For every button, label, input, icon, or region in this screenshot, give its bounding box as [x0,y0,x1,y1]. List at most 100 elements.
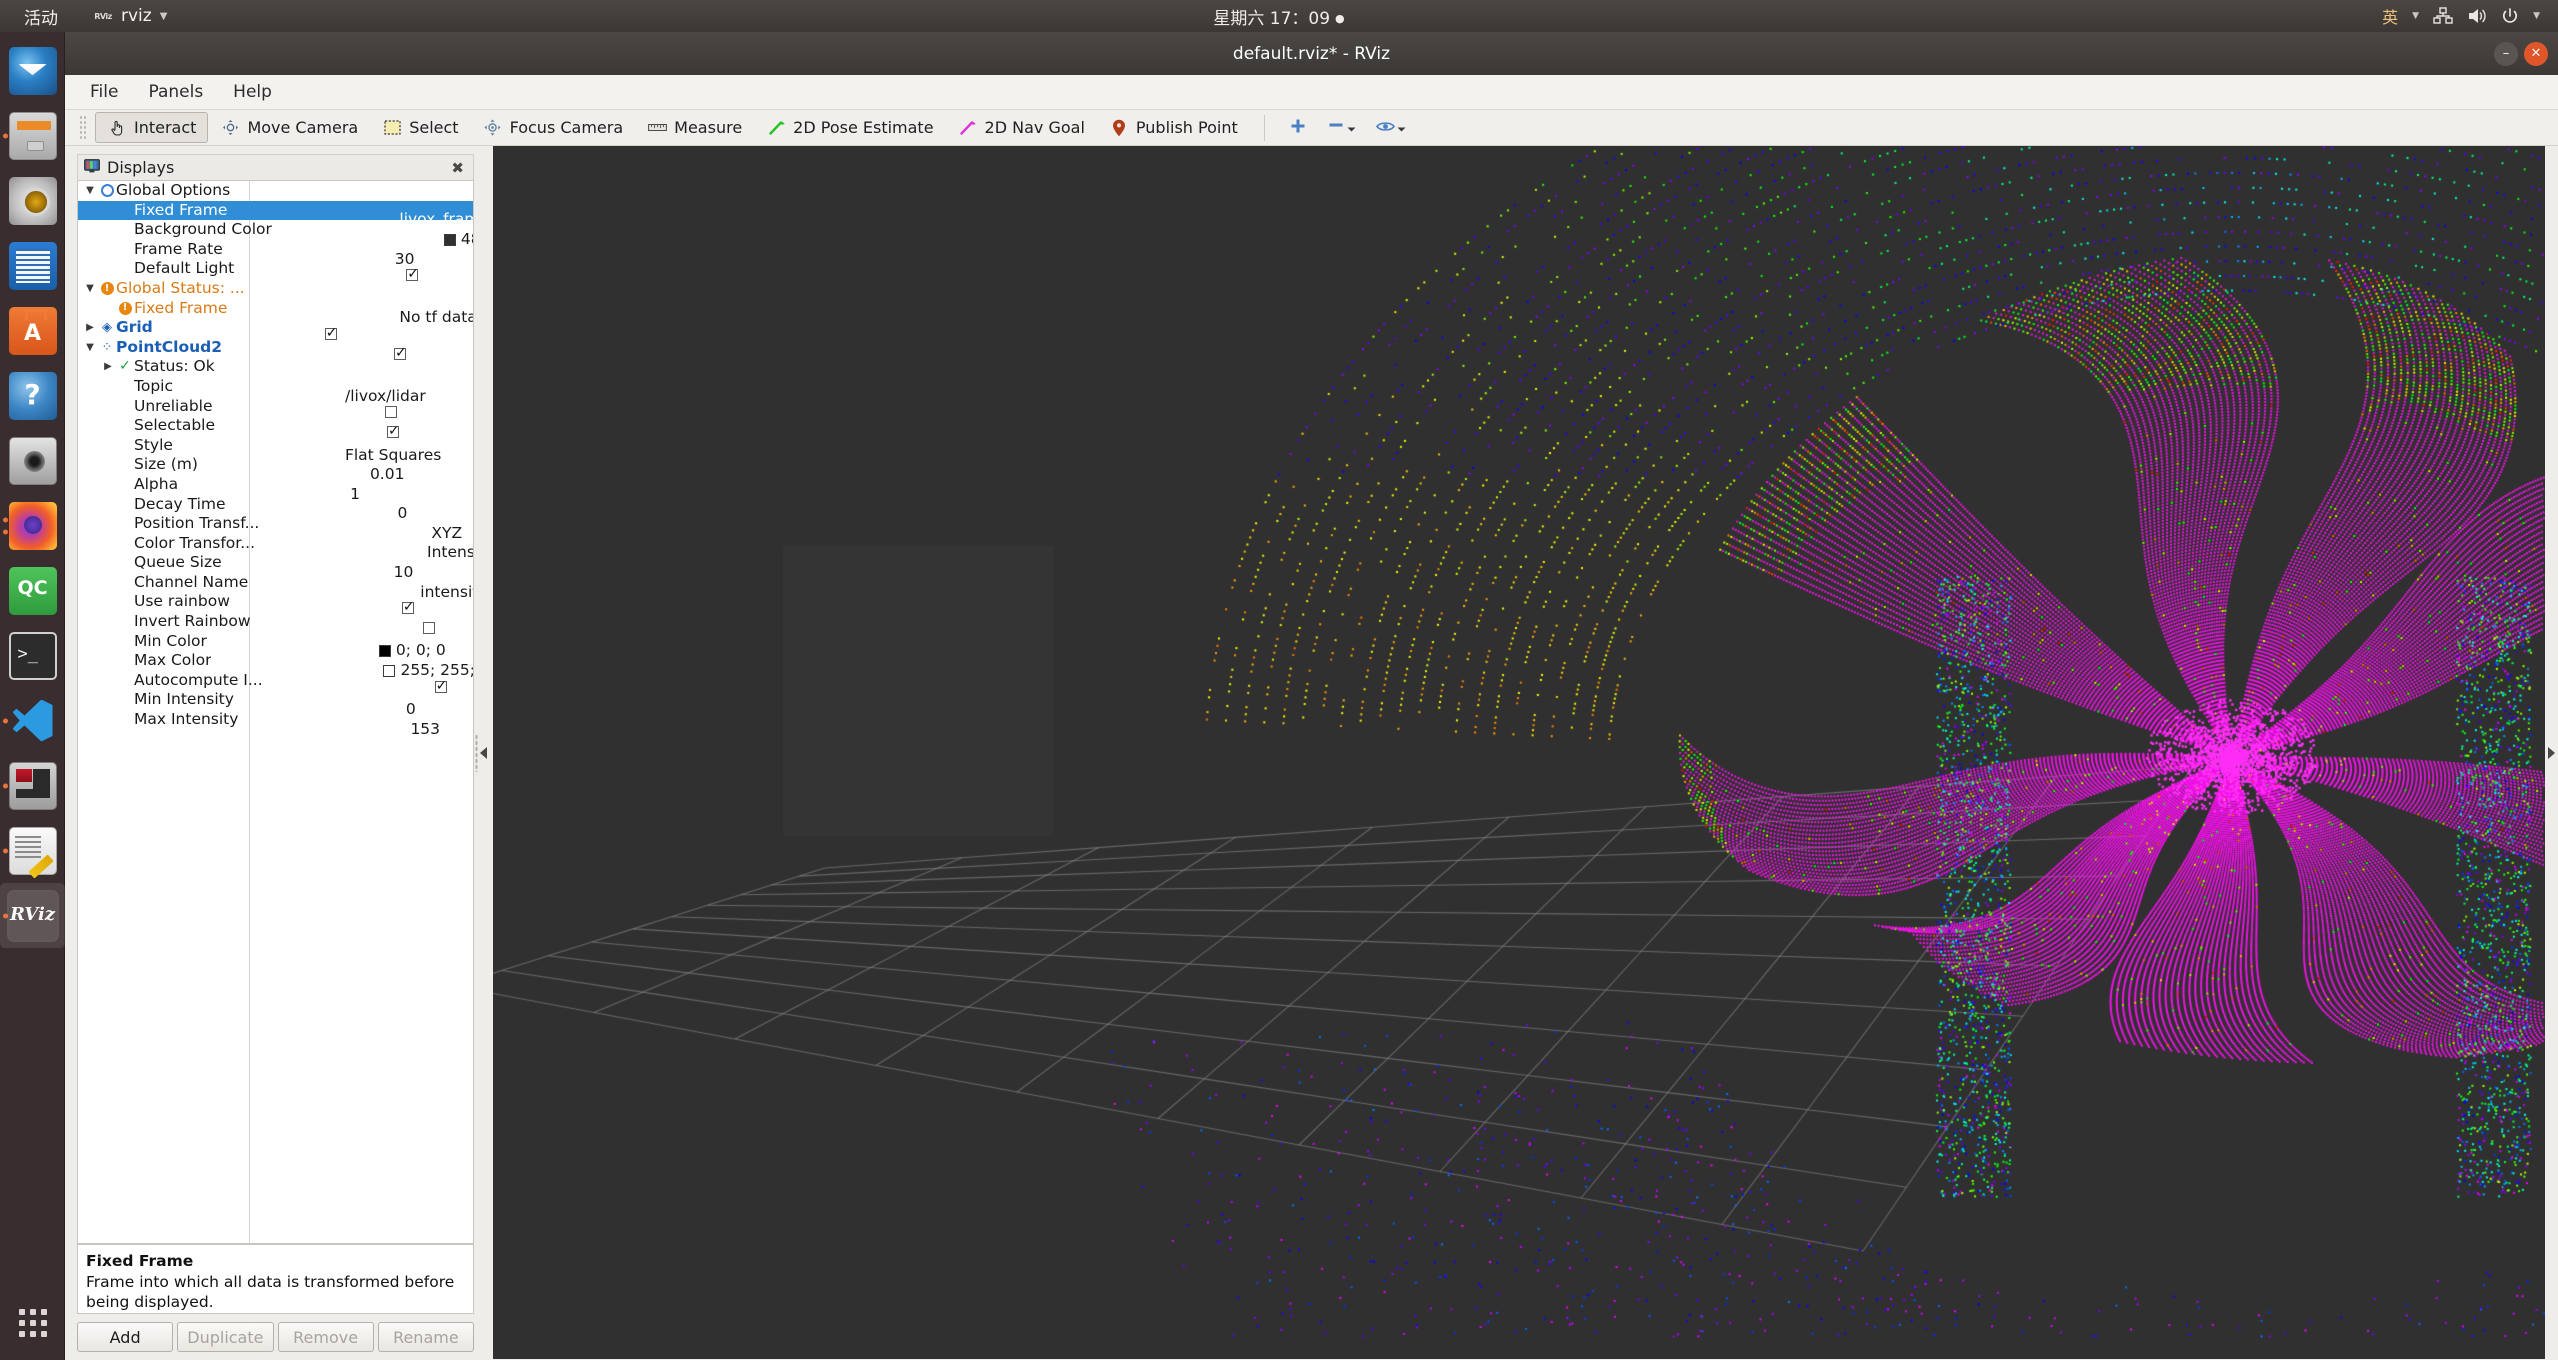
property-value[interactable]: Flat Squares [345,446,441,466]
display-property-row[interactable]: Decay Time 0 [78,495,473,523]
property-value[interactable]: 153 [410,720,440,740]
property-value[interactable]: 0 [406,700,416,720]
property-value[interactable] [324,324,338,344]
collapse-left-arrow-icon[interactable] [479,746,487,759]
property-value[interactable]: XYZ [431,524,462,544]
chevron-down-icon[interactable] [1397,118,1406,137]
minimize-button[interactable]: – [2494,41,2518,66]
display-property-row[interactable]: Alpha 1 [78,475,473,503]
display-property-row[interactable]: Min Intensity 0 [78,690,473,718]
property-value[interactable]: 0 [398,504,408,524]
display-property-row[interactable]: Style Flat Squares [78,436,473,464]
duplicate-display-button[interactable]: Duplicate [177,1322,274,1352]
display-property-row[interactable]: ▼ ⁘ PointCloud2 [78,338,473,363]
dock-item-help[interactable] [0,363,65,428]
desktop-clock[interactable]: 星期六 17：09 ● [0,4,2558,29]
display-property-row[interactable]: !Fixed Frame No tf data. Actual err... [78,299,473,326]
add-display-button[interactable]: Add [77,1322,174,1352]
chevron-right-icon[interactable]: ▶ [100,357,116,377]
power-icon[interactable] [2501,7,2519,25]
property-value[interactable]: livox_frame [399,210,473,230]
property-value[interactable]: Intensity [427,543,473,563]
dock-item-terminal[interactable] [0,623,65,688]
display-property-row[interactable]: Channel Name intensity [78,573,473,601]
remove-display-button[interactable]: Remove [277,1322,374,1352]
tool-2d-nav-goal[interactable]: 2D Nav Goal [946,112,1097,143]
property-value[interactable]: 255; 255; 255 [383,661,473,681]
dock-item-qc[interactable] [0,558,65,623]
checkbox-unchecked[interactable] [422,621,435,634]
display-property-row[interactable]: Position Transf... XYZ [78,514,473,542]
show-applications-button[interactable] [0,1294,65,1352]
collapse-right-arrow-icon[interactable] [2548,746,2555,759]
toolbar-drag-handle[interactable] [79,114,87,141]
remove-tool-button[interactable] [1317,113,1366,143]
chevron-down-icon[interactable]: ▼ [82,279,98,299]
chevron-down-icon[interactable]: ▼ [82,181,98,201]
tool-move-camera[interactable]: Move Camera [208,112,370,143]
display-property-row[interactable]: Topic/livox/lidar [78,377,473,405]
property-value[interactable] [434,677,447,696]
property-value[interactable]: 0.01 [370,465,405,485]
checkbox-checked[interactable] [434,677,447,696]
left-panel-splitter[interactable] [474,146,487,1359]
display-property-row[interactable]: Use rainbow [78,592,473,618]
property-value[interactable] [387,422,400,442]
close-button[interactable]: ✕ [2524,41,2548,66]
dock-item-ubuntu-software[interactable] [0,298,65,363]
chevron-down-icon[interactable]: ▼ [2533,11,2540,21]
tool-publish-point[interactable]: Publish Point [1097,112,1250,143]
menu-help[interactable]: Help [220,77,285,107]
property-value[interactable]: /livox/lidar [345,387,426,407]
3d-scene-canvas[interactable] [493,146,2545,1359]
property-value[interactable] [401,598,415,618]
tool-interact[interactable]: Interact [95,112,209,143]
checkbox-checked[interactable] [406,265,419,285]
display-property-row[interactable]: Color Transfor... Intensity [78,534,473,562]
network-icon[interactable] [2433,7,2453,25]
property-value[interactable] [394,344,407,363]
property-value[interactable]: No tf data. Actual err... [399,308,473,328]
tool-focus-camera[interactable]: Focus Camera [471,112,636,143]
3d-render-view[interactable] [493,146,2545,1359]
color-swatch[interactable] [443,233,456,246]
display-property-row[interactable]: ▼ Global Options [78,181,473,201]
add-tool-button[interactable] [1279,113,1317,143]
checkbox-checked[interactable] [394,344,407,363]
input-method-indicator[interactable]: 英 [2382,4,2398,28]
dock-item-camera[interactable] [0,428,65,493]
display-property-row[interactable]: Fixed Frame livox_frame [78,200,473,228]
chevron-right-icon[interactable]: ▶ [82,318,98,338]
chevron-down-icon[interactable]: ▼ [82,338,98,358]
checkbox-checked[interactable] [324,324,338,344]
property-value[interactable]: intensity [420,583,473,603]
tool-measure[interactable]: Measure [635,112,754,143]
color-swatch[interactable] [378,645,391,658]
display-property-row[interactable]: ▶ ✓ Status: Ok [78,357,473,377]
property-value[interactable] [384,406,397,419]
property-value[interactable]: 10 [394,563,414,583]
dock-item-rviz[interactable] [0,883,65,948]
menu-panels[interactable]: Panels [135,77,216,107]
volume-icon[interactable] [2467,7,2487,25]
checkbox-checked[interactable] [401,598,415,618]
dock-item-rhythmbox[interactable] [0,168,65,233]
chevron-down-icon[interactable]: ▼ [2412,11,2419,21]
display-property-row[interactable]: Frame Rate 30 [78,240,473,268]
property-value[interactable] [406,265,419,285]
color-swatch[interactable] [383,664,396,677]
chevron-down-icon[interactable] [1347,118,1356,137]
tool-properties-button[interactable] [1366,114,1416,141]
rename-display-button[interactable]: Rename [377,1322,474,1352]
menu-file[interactable]: File [77,77,131,107]
tool-2d-pose-estimate[interactable]: 2D Pose Estimate [754,112,945,143]
dock-item-libreoffice-writer[interactable] [0,233,65,298]
dock-item-firefox[interactable] [0,493,65,558]
close-icon[interactable]: ✖ [448,159,467,177]
property-value[interactable]: 0; 0; 0 [378,641,446,661]
right-panel-splitter[interactable] [2545,146,2558,1359]
dock-item-vmware[interactable] [0,753,65,818]
display-property-row[interactable]: Min Color 0; 0; 0 [78,632,473,660]
display-property-row[interactable]: Queue Size 10 [78,553,473,581]
checkbox-unchecked[interactable] [384,406,397,419]
